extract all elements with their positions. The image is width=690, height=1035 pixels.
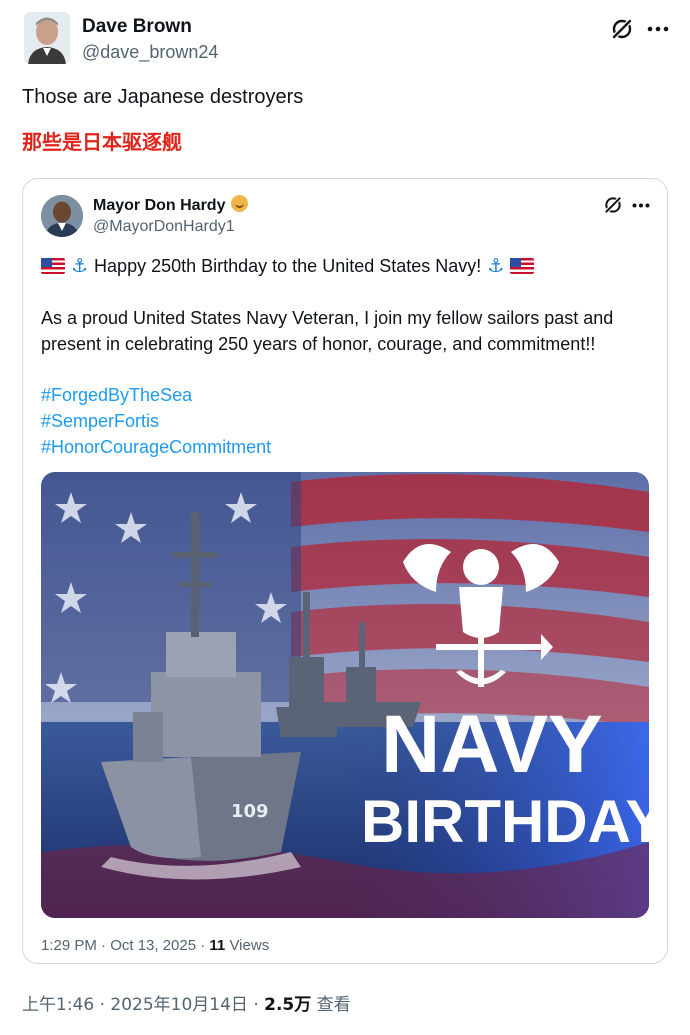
tweet-text: Those are Japanese destroyers xyxy=(22,86,304,108)
emoji-badge-icon xyxy=(231,195,249,212)
quote-grok-icon[interactable] xyxy=(601,193,625,217)
post-views-count: 2.5万 xyxy=(264,995,312,1015)
post-timestamp-text: 上午1:46 · 2025年10月14日 · xyxy=(22,995,265,1015)
us-flag-icon xyxy=(41,258,65,274)
tweet-translation: 那些是日本驱逐舰 xyxy=(22,130,182,154)
quoted-tweet[interactable]: Mayor Don Hardy @MayorDonHardy1 ⚓ Happy … xyxy=(22,178,668,964)
anchor-icon: ⚓ xyxy=(487,255,505,277)
more-icon[interactable] xyxy=(644,15,672,43)
quote-views-label: Views xyxy=(225,937,270,954)
hashtag-link[interactable]: #ForgedByTheSea xyxy=(41,382,271,408)
post-views-label: 查看 xyxy=(311,995,351,1015)
quote-author-name-text: Mayor Don Hardy xyxy=(93,197,226,214)
navy-birthday-image[interactable]: 109 NAVY BIRTHDAY xyxy=(41,472,649,918)
hashtag-link[interactable]: #SemperFortis xyxy=(41,408,271,434)
quote-paragraph: As a proud United States Navy Veteran, I… xyxy=(41,308,614,354)
avatar[interactable] xyxy=(24,12,70,64)
author-name[interactable]: Dave Brown xyxy=(82,16,192,38)
author-handle[interactable]: @dave_brown24 xyxy=(82,42,218,63)
tweet-post: Dave Brown @dave_brown24 Those are Japan… xyxy=(0,0,690,1035)
quote-author-handle[interactable]: @MayorDonHardy1 xyxy=(93,218,235,236)
quote-avatar[interactable] xyxy=(41,195,83,237)
image-title-navy: NAVY xyxy=(381,699,603,790)
hashtag-link[interactable]: #HonorCourageCommitment xyxy=(41,434,271,460)
us-flag-icon xyxy=(510,258,535,274)
quote-author-name[interactable]: Mayor Don Hardy xyxy=(93,195,249,215)
hashtag-list: #ForgedByTheSea #SemperFortis #HonorCour… xyxy=(41,382,271,460)
quote-timestamp[interactable]: 1:29 PM · Oct 13, 2025 · 11 Views xyxy=(41,937,269,954)
quote-more-icon[interactable] xyxy=(629,193,653,217)
image-title-birthday: BIRTHDAY xyxy=(361,788,649,855)
post-timestamp[interactable]: 上午1:46 · 2025年10月14日 · 2.5万 查看 xyxy=(22,990,351,1015)
hull-number: 109 xyxy=(231,801,269,822)
quote-views-count: 11 xyxy=(209,937,226,954)
quote-timestamp-text: 1:29 PM · Oct 13, 2025 · xyxy=(41,937,210,954)
anchor-icon: ⚓ xyxy=(71,255,89,277)
grok-icon[interactable] xyxy=(608,15,636,43)
quote-headline: ⚓ Happy 250th Birthday to the United Sta… xyxy=(41,255,535,277)
quote-headline-text: Happy 250th Birthday to the United State… xyxy=(94,255,482,276)
